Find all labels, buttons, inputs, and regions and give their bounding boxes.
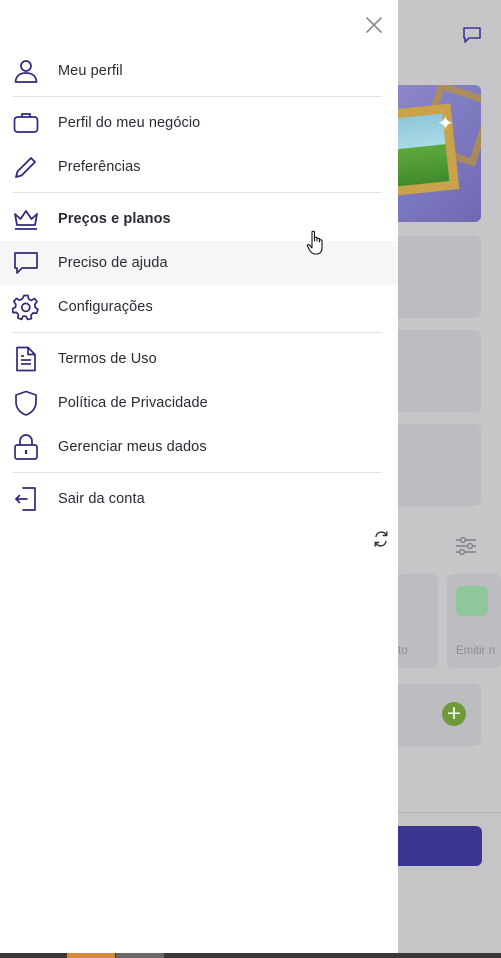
side-drawer: Meu perfil Perfil do meu negócio Preferê… [0,0,398,953]
shield-icon [12,389,40,417]
menu-item-label: Configurações [58,299,153,315]
add-icon[interactable]: + [442,702,466,726]
pencil-icon [12,153,40,181]
menu-item-termos-uso[interactable]: Termos de Uso [0,337,398,381]
background-card[interactable] [397,236,481,318]
menu-item-politica-privacidade[interactable]: Política de Privacidade [0,381,398,425]
menu-item-label: Preciso de ajuda [58,255,168,271]
divider [12,192,382,193]
menu-item-label: Perfil do meu negócio [58,115,201,131]
chat-icon[interactable] [462,26,482,44]
background-card[interactable] [397,684,481,746]
shortcut-tile-label: Emitir n [456,645,495,657]
filter-icon[interactable] [455,535,477,557]
menu-item-perfil-negocio[interactable]: Perfil do meu negócio [0,101,398,145]
menu-item-label: Meu perfil [58,63,123,79]
menu-item-preciso-ajuda[interactable]: Preciso de ajuda [0,241,398,285]
menu-item-precos-planos[interactable]: Preços e planos [0,197,398,241]
primary-button[interactable] [397,826,482,866]
sync-icon[interactable] [372,530,390,548]
divider [397,812,501,813]
close-icon[interactable] [363,14,385,36]
divider [12,472,382,473]
crown-icon [12,205,40,233]
taskbar [0,953,501,958]
divider [12,332,382,333]
divider [12,96,382,97]
menu-item-configuracoes[interactable]: Configurações [0,285,398,329]
logout-icon [12,485,40,513]
menu-item-label: Preferências [58,159,141,175]
promo-banner-image[interactable]: ✦ [397,85,481,222]
background-card[interactable] [397,330,481,412]
menu-item-gerenciar-dados[interactable]: Gerenciar meus dados [0,425,398,469]
shortcut-tile-label: to [398,645,408,657]
menu-item-sair-conta[interactable]: Sair da conta [0,477,398,521]
menu-item-preferencias[interactable]: Preferências [0,145,398,189]
chat-icon [12,249,40,277]
hand-pointer-icon [306,230,323,255]
menu-item-label: Política de Privacidade [58,395,208,411]
document-icon [456,586,488,616]
menu-item-label: Sair da conta [58,491,145,507]
briefcase-icon [12,109,40,137]
background-card[interactable] [397,424,481,506]
menu-item-label: Termos de Uso [58,351,157,367]
menu-item-label: Preços e planos [58,211,171,227]
lock-icon [12,433,40,461]
menu-item-label: Gerenciar meus dados [58,439,207,455]
gear-icon [12,293,40,321]
user-icon [12,57,40,85]
document-icon [12,345,40,373]
menu-item-meu-perfil[interactable]: Meu perfil [0,49,398,93]
